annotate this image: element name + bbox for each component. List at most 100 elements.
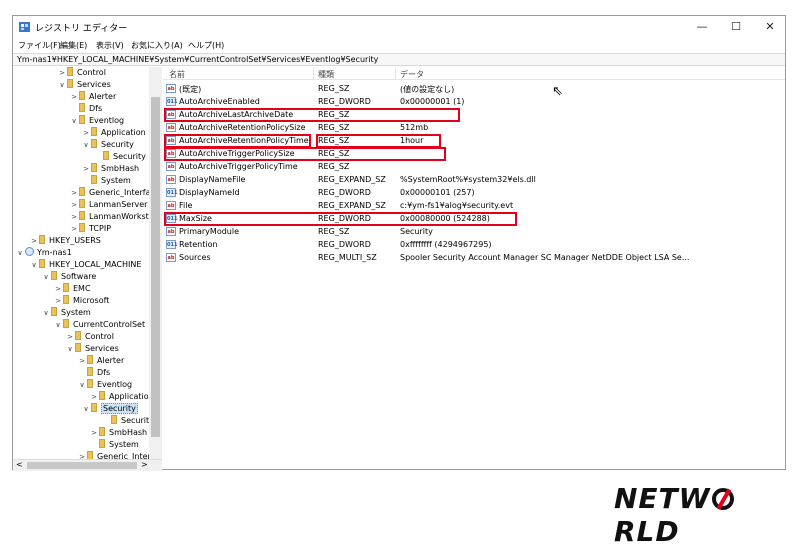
- expander-icon[interactable]: >: [57, 67, 67, 79]
- expander-icon[interactable]: >: [53, 295, 63, 307]
- expander-icon[interactable]: ∨: [41, 307, 51, 319]
- expander-icon[interactable]: >: [77, 355, 87, 367]
- expander-icon[interactable]: >: [89, 391, 99, 403]
- tree-node[interactable]: ∨ CurrentControlSet: [53, 319, 145, 331]
- value-row[interactable]: ab PrimaryModule REG_SZ Security: [163, 225, 683, 238]
- value-row[interactable]: ab AutoArchiveTriggerPolicyTime REG_SZ: [163, 160, 683, 173]
- expander-icon[interactable]: >: [69, 223, 79, 235]
- expander-icon[interactable]: >: [69, 187, 79, 199]
- value-row[interactable]: ab DisplayNameFile REG_EXPAND_SZ %SystemRoo…: [163, 173, 683, 186]
- tree-node[interactable]: Security: [101, 415, 154, 427]
- tree-node[interactable]: > Application: [81, 127, 146, 139]
- tree-horizontal-scrollbar[interactable]: < >: [13, 459, 162, 471]
- folder-icon: [75, 331, 81, 340]
- expander-icon[interactable]: >: [29, 235, 39, 247]
- menu-help[interactable]: ヘルプ(H): [188, 40, 224, 51]
- value-row[interactable]: ab Sources REG_MULTI_SZ Spooler Security Ac…: [163, 251, 689, 264]
- expander-icon[interactable]: ∨: [69, 115, 79, 127]
- tree-node[interactable]: ∨ Services: [65, 343, 119, 355]
- tree-node[interactable]: Security: [93, 151, 146, 163]
- tree-node-selected[interactable]: ∨ Security: [81, 403, 138, 415]
- address-bar[interactable]: Ym-nas1¥HKEY_LOCAL_MACHINE¥System¥Curren…: [13, 53, 785, 66]
- menu-file[interactable]: ファイル(F): [18, 40, 61, 51]
- address-path[interactable]: Ym-nas1¥HKEY_LOCAL_MACHINE¥System¥Curren…: [17, 55, 378, 64]
- expander-icon[interactable]: >: [69, 211, 79, 223]
- tree-node[interactable]: > Microsoft: [53, 295, 109, 307]
- tree-node[interactable]: Dfs: [69, 103, 102, 115]
- expander-icon[interactable]: ∨: [81, 403, 91, 415]
- title-bar[interactable]: レジストリ エディター — ☐ ✕: [13, 16, 785, 38]
- tree-node[interactable]: > SmbHash: [89, 427, 147, 439]
- expander-icon[interactable]: ∨: [15, 247, 25, 259]
- menu-favorites[interactable]: お気に入り(A): [131, 40, 183, 51]
- maximize-button[interactable]: ☐: [719, 16, 753, 38]
- tree-node[interactable]: ∨ HKEY_LOCAL_MACHINE: [29, 259, 141, 271]
- value-row[interactable]: ab (既定) REG_SZ (値の設定なし): [163, 82, 683, 95]
- tree-node[interactable]: ∨ System: [41, 307, 91, 319]
- expander-icon[interactable]: ∨: [29, 259, 39, 271]
- menu-bar: ファイル(F) 編集(E) 表示(V) お気に入り(A) ヘルプ(H): [13, 38, 785, 53]
- tree-node[interactable]: ∨ Ym-nas1: [15, 247, 72, 259]
- value-row[interactable]: 011 AutoArchiveEnabled REG_DWORD 0x00000001…: [163, 95, 683, 108]
- logo-o-mark: [711, 488, 734, 510]
- tree-node[interactable]: > LanmanServer: [69, 199, 147, 211]
- tree-node[interactable]: System: [81, 175, 131, 187]
- folder-icon: [111, 415, 117, 424]
- expander-icon[interactable]: >: [89, 427, 99, 439]
- tree-node[interactable]: > Alerter: [69, 91, 116, 103]
- folder-icon: [79, 115, 85, 124]
- value-row[interactable]: 011 DisplayNameId REG_DWORD 0x00000101 (257…: [163, 186, 683, 199]
- expander-icon[interactable]: >: [53, 283, 63, 295]
- tree-node[interactable]: > Control: [65, 331, 114, 343]
- menu-view[interactable]: 表示(V): [96, 40, 124, 51]
- menu-edit[interactable]: 編集(E): [60, 40, 87, 51]
- tree-node[interactable]: ∨ Eventlog: [77, 379, 132, 391]
- tree-node[interactable]: ∨ Security: [81, 139, 134, 151]
- window-title: レジストリ エディター: [35, 24, 128, 34]
- expander-icon[interactable]: >: [65, 331, 75, 343]
- column-header-data[interactable]: データ: [400, 69, 424, 80]
- tree-node[interactable]: > Alerter: [77, 355, 124, 367]
- expander-icon[interactable]: >: [81, 163, 91, 175]
- scroll-right-icon[interactable]: >: [141, 460, 148, 469]
- string-value-icon: ab: [166, 253, 176, 262]
- expander-icon[interactable]: ∨: [65, 343, 75, 355]
- expander-icon[interactable]: ∨: [53, 319, 63, 331]
- expander-icon[interactable]: >: [69, 199, 79, 211]
- value-row[interactable]: 011 Retention REG_DWORD 0xffffffff (4294967…: [163, 238, 683, 251]
- tree-node[interactable]: ∨ Eventlog: [69, 115, 124, 127]
- expander-icon[interactable]: ∨: [81, 139, 91, 151]
- expander-icon[interactable]: ∨: [57, 79, 67, 91]
- expander-icon[interactable]: ∨: [77, 379, 87, 391]
- tree-node[interactable]: > HKEY_USERS: [29, 235, 101, 247]
- expander-icon[interactable]: ∨: [41, 271, 51, 283]
- key-tree[interactable]: > Control ∨ Services > Alerter Dfs ∨ Eventlo…: [13, 67, 162, 460]
- tree-node[interactable]: > Control: [57, 67, 106, 79]
- value-row[interactable]: ab AutoArchiveRetentionPolicySize REG_SZ 51…: [163, 121, 683, 134]
- expander-icon[interactable]: >: [69, 91, 79, 103]
- column-separator[interactable]: [313, 67, 314, 80]
- tree-vertical-scrollbar[interactable]: [149, 67, 162, 460]
- tree-node[interactable]: > EMC: [53, 283, 91, 295]
- tree-vertical-scroll-thumb[interactable]: [151, 97, 160, 437]
- scroll-left-icon[interactable]: <: [16, 460, 23, 469]
- close-button[interactable]: ✕: [753, 16, 787, 38]
- tree-node[interactable]: > Application: [89, 391, 154, 403]
- tree-node[interactable]: System: [89, 439, 139, 451]
- column-header-name[interactable]: 名前: [169, 69, 185, 80]
- expander-icon[interactable]: >: [81, 127, 91, 139]
- tree-node[interactable]: ∨ Services: [57, 79, 111, 91]
- minimize-button[interactable]: —: [685, 16, 719, 38]
- tree-node[interactable]: > TCPIP: [69, 223, 111, 235]
- column-header-type[interactable]: 種類: [318, 69, 334, 80]
- value-list[interactable]: 名前 種類 データ ab (既定) REG_SZ (値の設定なし) 011 AutoAr…: [163, 67, 785, 470]
- value-row[interactable]: ab File REG_EXPAND_SZ c:¥ym-fs1¥alog¥securi…: [163, 199, 683, 212]
- tree-node[interactable]: > SmbHash: [81, 163, 139, 175]
- column-separator[interactable]: [395, 67, 396, 80]
- tree-node[interactable]: ∨ Software: [41, 271, 96, 283]
- folder-icon: [75, 343, 81, 352]
- tree-horizontal-scroll-thumb[interactable]: [27, 462, 137, 469]
- tree-node[interactable]: > LanmanWorkst: [69, 211, 149, 223]
- tree-node[interactable]: Dfs: [77, 367, 110, 379]
- tree-node[interactable]: > Generic_Interfa: [69, 187, 151, 199]
